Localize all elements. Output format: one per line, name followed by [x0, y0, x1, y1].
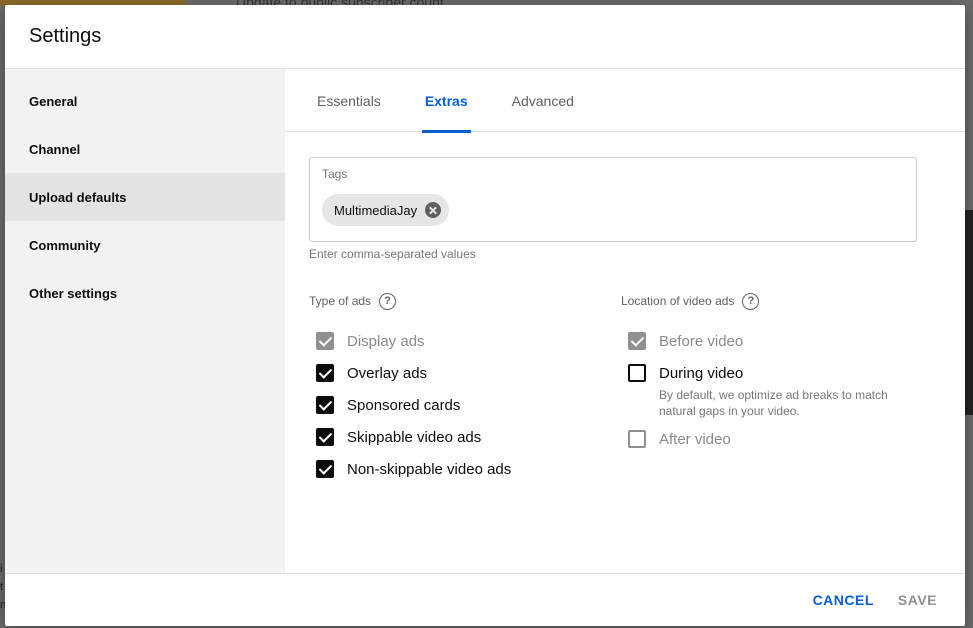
- overlay-ads-label: Overlay ads: [347, 364, 428, 382]
- display-ads-label: Display ads: [347, 332, 425, 350]
- checkbox-row-overlay-ads: Overlay ads: [309, 357, 511, 389]
- location-of-video-ads-heading-label: Location of video ads: [621, 294, 735, 308]
- tags-input[interactable]: Tags MultimediaJay: [309, 157, 917, 242]
- sidebar-item-channel[interactable]: Channel: [5, 125, 285, 173]
- sidebar-item-other-settings[interactable]: Other settings: [5, 269, 285, 317]
- main-panel: Essentials Extras Advanced Tags Multimed…: [285, 69, 965, 573]
- tags-hint: Enter comma-separated values: [309, 247, 476, 261]
- dialog-title: Settings: [29, 25, 102, 47]
- non-skippable-video-ads-checkbox[interactable]: [316, 460, 334, 478]
- checkbox-row-sponsored-cards: Sponsored cards: [309, 389, 511, 421]
- dialog-header: Settings: [5, 5, 965, 69]
- background-strip: [965, 210, 973, 415]
- checkbox-row-before-video: Before video: [621, 325, 909, 357]
- overlay-ads-checkbox[interactable]: [316, 364, 334, 382]
- tab-essentials[interactable]: Essentials: [305, 69, 393, 132]
- after-video-label: After video: [659, 430, 731, 448]
- sidebar-item-community[interactable]: Community: [5, 221, 285, 269]
- tab-extras[interactable]: Extras: [413, 69, 480, 133]
- before-video-checkbox[interactable]: [628, 332, 646, 350]
- sidebar-item-general[interactable]: General: [5, 77, 285, 125]
- tag-chip-label: MultimediaJay: [334, 202, 418, 218]
- tab-advanced[interactable]: Advanced: [500, 69, 586, 132]
- dialog-body: General Channel Upload defaults Communit…: [5, 69, 965, 573]
- sidebar-item-upload-defaults[interactable]: Upload defaults: [5, 173, 285, 221]
- checkbox-row-non-skippable-video-ads: Non-skippable video ads: [309, 453, 511, 485]
- after-video-checkbox[interactable]: [628, 430, 646, 448]
- type-of-ads-heading: Type of ads ?: [309, 291, 511, 311]
- settings-dialog: Settings General Channel Upload defaults…: [5, 5, 965, 626]
- skippable-video-ads-label: Skippable video ads: [347, 428, 482, 446]
- tags-label: Tags: [322, 167, 348, 181]
- skippable-video-ads-checkbox[interactable]: [316, 428, 334, 446]
- during-video-note: By default, we optimize ad breaks to mat…: [659, 388, 888, 418]
- non-skippable-video-ads-label: Non-skippable video ads: [347, 460, 512, 478]
- help-icon[interactable]: ?: [742, 292, 760, 310]
- type-of-ads-section: Type of ads ? Display ads Overlay ads Sp…: [309, 291, 511, 485]
- cancel-button[interactable]: CANCEL: [801, 584, 886, 616]
- display-ads-checkbox[interactable]: [316, 332, 334, 350]
- save-button[interactable]: SAVE: [886, 584, 949, 616]
- checkbox-row-skippable-video-ads: Skippable video ads: [309, 421, 511, 453]
- type-of-ads-heading-label: Type of ads: [309, 294, 372, 308]
- tag-chip: MultimediaJay: [322, 194, 450, 226]
- before-video-label: Before video: [659, 332, 744, 350]
- sponsored-cards-checkbox[interactable]: [316, 396, 334, 414]
- sponsored-cards-label: Sponsored cards: [347, 396, 461, 414]
- checkbox-row-during-video: During video: [621, 357, 909, 389]
- checkbox-row-after-video: After video: [621, 423, 909, 455]
- dialog-footer: CANCEL SAVE: [5, 573, 965, 626]
- remove-tag-icon[interactable]: [425, 202, 442, 218]
- during-video-label: During video: [659, 364, 744, 382]
- settings-sidebar: General Channel Upload defaults Communit…: [5, 69, 285, 573]
- location-of-video-ads-section: Location of video ads ? Before video Dur…: [621, 291, 909, 455]
- during-video-checkbox[interactable]: [628, 364, 646, 382]
- location-of-video-ads-heading: Location of video ads ?: [621, 291, 909, 311]
- help-icon[interactable]: ?: [379, 292, 397, 310]
- checkbox-row-display-ads: Display ads: [309, 325, 511, 357]
- tab-bar: Essentials Extras Advanced: [285, 69, 965, 133]
